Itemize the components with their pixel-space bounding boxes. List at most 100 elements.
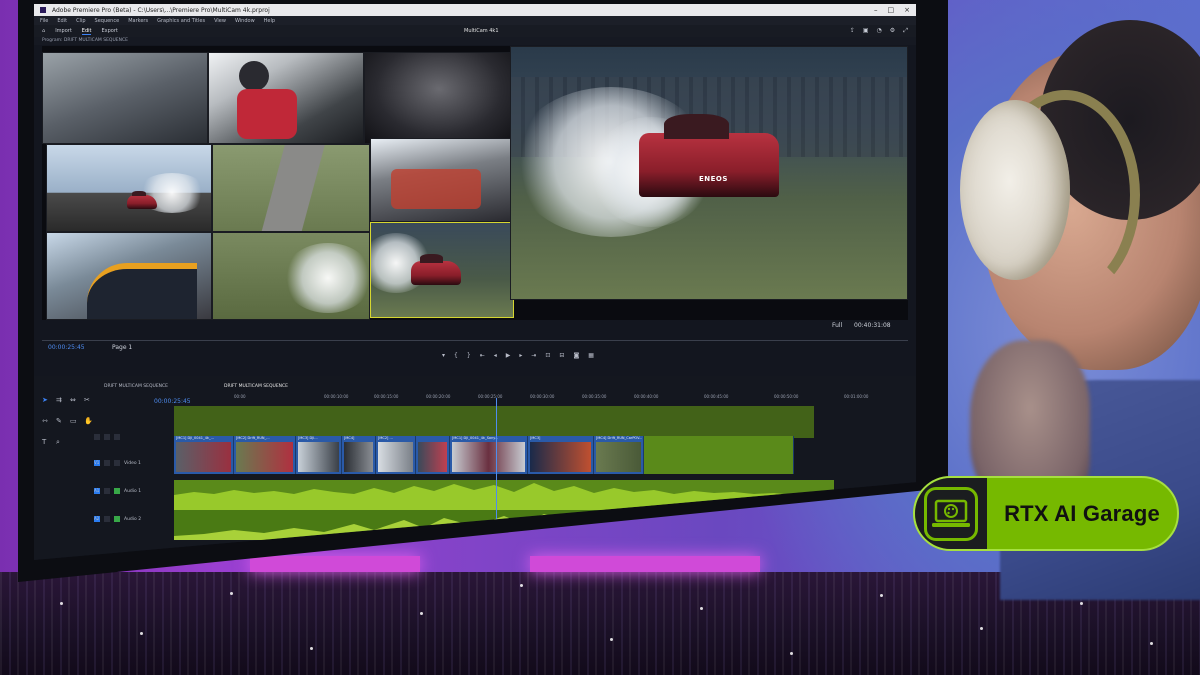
video-clip[interactable]: [MC1] DJI_0041_4k_Sony... [450, 436, 528, 474]
ripple-edit-icon[interactable]: ⇔ [70, 396, 80, 413]
video-clip[interactable]: [MC4] Drift_RUN_CarPOV... [594, 436, 644, 474]
zoom-tool-icon[interactable]: ⌕ [56, 438, 66, 456]
audio-1-waveform[interactable] [174, 480, 834, 510]
menu-file[interactable]: File [40, 18, 48, 24]
step-forward-icon[interactable]: ▸ [519, 352, 522, 359]
monitor-scrub-bar[interactable] [42, 340, 908, 341]
track-target-a1[interactable]: A1 [94, 488, 100, 494]
track-sync-icon[interactable] [104, 434, 110, 440]
video-clip[interactable]: [MC1] DJI_0041_4k_... [174, 436, 234, 474]
neon-light-right [530, 556, 760, 572]
go-to-in-icon[interactable]: ⇤ [480, 352, 485, 359]
ruler-tick: 00:00:15:00 [374, 394, 399, 399]
workspace-icon[interactable]: ▣ [863, 27, 869, 35]
menu-help[interactable]: Help [264, 18, 275, 24]
camera-angle-6[interactable] [370, 138, 514, 222]
track-select-icon[interactable]: ⇉ [56, 396, 66, 413]
drift-car [127, 190, 157, 209]
go-to-out-icon[interactable]: ⇥ [531, 352, 536, 359]
track-mute-icon[interactable] [114, 516, 120, 522]
share-icon[interactable]: ⇪ [850, 27, 855, 35]
menu-sequence[interactable]: Sequence [95, 18, 120, 24]
video-clip[interactable]: [MC3] [528, 436, 594, 474]
driver-suit [237, 89, 297, 139]
settings-icon[interactable]: ⚙ [890, 27, 895, 35]
program-preview[interactable]: ENEOS [510, 46, 908, 300]
zoom-select[interactable]: Full [832, 322, 842, 329]
track-name-video-1: Video 1 [124, 460, 141, 466]
menu-window[interactable]: Window [235, 18, 255, 24]
track-mute-icon[interactable] [114, 488, 120, 494]
tab-edit[interactable]: Edit [81, 28, 92, 35]
type-tool-icon[interactable]: T [42, 438, 52, 456]
track-lock-icon[interactable] [94, 434, 100, 440]
track-target-v1[interactable]: V1 [94, 460, 100, 466]
play-icon[interactable]: ▶ [506, 352, 511, 359]
timeline-tab[interactable]: DRIFT MULTICAM SEQUENCE [224, 384, 288, 389]
camera-angle-3[interactable] [364, 52, 514, 144]
sparkle [230, 592, 233, 595]
track-lock-icon[interactable] [104, 516, 110, 522]
clip-label: [MC1] DJI_0041_4k_... [176, 436, 215, 440]
video-clip[interactable] [416, 436, 450, 474]
menu-bar: File Edit Clip Sequence Markers Graphics… [34, 16, 916, 25]
in-point-icon[interactable]: { [454, 352, 458, 359]
video-clip[interactable]: [MC2] Drift_RUN_... [234, 436, 296, 474]
notification-icon[interactable]: ◔ [877, 27, 882, 35]
camera-angle-7[interactable] [46, 232, 212, 320]
video-clip[interactable]: [MC2] ... [376, 436, 416, 474]
home-icon[interactable]: ⌂ [42, 28, 45, 34]
track-lock-icon[interactable] [104, 460, 110, 466]
slip-tool-icon[interactable]: ⇿ [42, 417, 52, 434]
clip-label: [MC2] Drift_RUN_... [236, 436, 270, 440]
camera-angle-2[interactable] [208, 52, 364, 144]
fullscreen-icon[interactable]: ⤢ [903, 27, 908, 35]
track-lock-icon[interactable] [104, 488, 110, 494]
extract-icon[interactable]: ⊟ [559, 352, 564, 359]
track-eye-icon[interactable] [114, 460, 120, 466]
selection-tool-icon[interactable]: ➤ [42, 396, 52, 413]
camera-angle-8[interactable] [212, 232, 370, 320]
multicam-icon[interactable]: ▦ [588, 352, 594, 359]
menu-view[interactable]: View [214, 18, 226, 24]
camera-icon[interactable]: ◙ [573, 352, 579, 359]
video-clip[interactable]: [MC3] DJI... [296, 436, 342, 474]
razor-tool-icon[interactable]: ✂ [84, 396, 94, 413]
camera-angle-9-selected[interactable] [370, 222, 514, 318]
pen-tool-icon[interactable]: ✎ [56, 417, 66, 434]
camera-angle-4[interactable] [46, 144, 212, 232]
marker-icon[interactable]: ▾ [442, 352, 445, 359]
hand-tool-icon[interactable]: ✋ [84, 417, 94, 434]
page-select[interactable]: Page 1 [112, 344, 132, 351]
drift-car [639, 113, 779, 197]
menu-markers[interactable]: Markers [128, 18, 148, 24]
project-sequence-label[interactable]: DRIFT MULTICAM SEQUENCE [104, 384, 168, 389]
timeline-timecode[interactable]: 00:00:25:45 [154, 398, 191, 405]
close-icon[interactable]: × [904, 6, 910, 14]
video-clip[interactable]: [MC4] [342, 436, 376, 474]
adjustment-layer-clip[interactable] [174, 406, 814, 438]
timeline-playhead[interactable] [496, 398, 497, 548]
ruler-tick: 00:00:10:00 [324, 394, 349, 399]
step-back-icon[interactable]: ◂ [494, 352, 497, 359]
menu-graphics[interactable]: Graphics and Titles [157, 18, 205, 24]
minimize-icon[interactable]: – [874, 6, 878, 14]
playhead-timecode[interactable]: 00:00:25:45 [48, 344, 85, 351]
video-clip-gap[interactable] [644, 436, 794, 474]
lift-icon[interactable]: ⊡ [545, 352, 550, 359]
menu-edit[interactable]: Edit [57, 18, 67, 24]
out-point-icon[interactable]: } [467, 352, 471, 359]
clip-thumbnail [452, 442, 525, 472]
rectangle-tool-icon[interactable]: ▭ [70, 417, 80, 434]
camera-angle-1[interactable] [42, 52, 208, 144]
maximize-icon[interactable]: □ [888, 6, 895, 14]
program-monitor-controls: 00:00:25:45 Page 1 Full 00:40:31:08 ▾ { … [42, 320, 908, 366]
app-icon [40, 7, 46, 13]
tab-import[interactable]: Import [55, 28, 72, 34]
track-target-a2[interactable]: A2 [94, 516, 100, 522]
camera-angle-5[interactable] [212, 144, 370, 232]
clip-thumbnail [596, 442, 641, 472]
tab-export[interactable]: Export [101, 28, 117, 34]
track-eye-icon[interactable] [114, 434, 120, 440]
menu-clip[interactable]: Clip [76, 18, 85, 24]
